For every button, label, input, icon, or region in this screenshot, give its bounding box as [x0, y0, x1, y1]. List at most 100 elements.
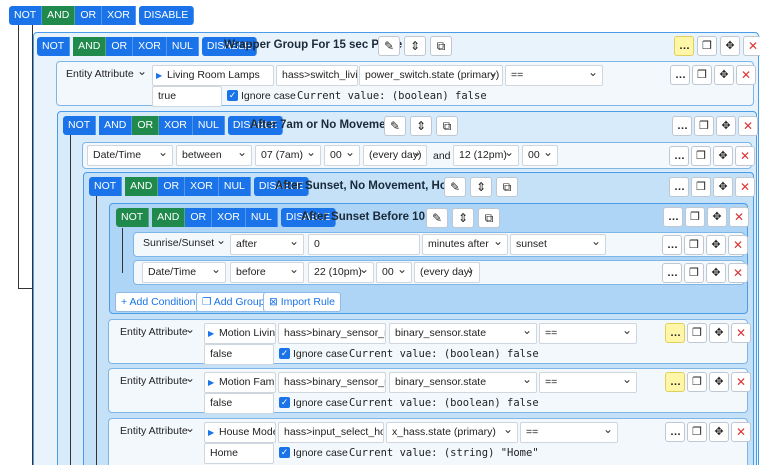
operator-select[interactable]: ==: [520, 422, 618, 443]
root-or-button[interactable]: OR: [75, 6, 103, 25]
move-icon[interactable]: ✥: [716, 116, 736, 136]
wrapper-and-button[interactable]: AND: [73, 37, 107, 56]
entity-id-input[interactable]: hass>binary_sensor_motic: [278, 372, 386, 393]
popout-icon[interactable]: ⧉: [436, 116, 458, 136]
move-icon[interactable]: ✥: [707, 207, 727, 227]
move-icon[interactable]: ✥: [709, 372, 729, 392]
more-icon[interactable]: …: [662, 263, 682, 283]
event-select[interactable]: sunset: [510, 234, 606, 255]
move-icon[interactable]: ✥: [709, 323, 729, 343]
edit-icon[interactable]: ✎: [444, 177, 466, 197]
before10-not-button[interactable]: NOT: [116, 208, 150, 227]
more-icon[interactable]: …: [669, 177, 689, 197]
offset-input[interactable]: 0: [308, 234, 420, 255]
to-hour-select[interactable]: 12 (12pm): [453, 145, 519, 166]
collapse-icon[interactable]: ⇕: [410, 116, 432, 136]
more-icon[interactable]: …: [670, 65, 690, 85]
edit-icon[interactable]: ✎: [384, 116, 406, 136]
entity-id-input[interactable]: hass>input_select_house_: [278, 422, 384, 443]
popout-icon[interactable]: ⧉: [496, 177, 518, 197]
delete-icon[interactable]: ✕: [728, 235, 748, 255]
days-select[interactable]: (every day): [414, 262, 480, 283]
add-condition-button[interactable]: + Add Condition: [115, 292, 202, 312]
more-icon[interactable]: …: [665, 422, 685, 442]
unit-select[interactable]: minutes after: [422, 234, 508, 255]
rule-type-select[interactable]: Sunrise/Sunset: [138, 234, 230, 255]
copy-icon[interactable]: ❐: [685, 207, 705, 227]
copy-icon[interactable]: ❐: [684, 263, 704, 283]
entity-name[interactable]: Motion Family: [204, 372, 276, 393]
root-xor-button[interactable]: XOR: [102, 6, 136, 25]
move-icon[interactable]: ✥: [714, 65, 734, 85]
delete-icon[interactable]: ✕: [743, 36, 760, 56]
from-minute-select[interactable]: 00: [324, 145, 360, 166]
entity-name[interactable]: House Mode: [204, 422, 276, 443]
after7-xor-button[interactable]: XOR: [159, 116, 193, 135]
delete-icon[interactable]: ✕: [728, 263, 748, 283]
collapse-icon[interactable]: ⇕: [470, 177, 492, 197]
delete-icon[interactable]: ✕: [735, 177, 755, 197]
minute-select[interactable]: 00: [376, 262, 412, 283]
move-icon[interactable]: ✥: [713, 177, 733, 197]
copy-icon[interactable]: ❐: [687, 372, 707, 392]
before10-and-button[interactable]: AND: [152, 208, 186, 227]
ignore-case-checkbox[interactable]: ✓: [227, 90, 238, 101]
rule-type-select[interactable]: Entity Attribute: [115, 372, 199, 393]
move-icon[interactable]: ✥: [709, 422, 729, 442]
more-icon[interactable]: …: [669, 146, 689, 166]
move-icon[interactable]: ✥: [713, 146, 733, 166]
copy-icon[interactable]: ❐: [691, 146, 711, 166]
collapse-icon[interactable]: ⇕: [404, 36, 426, 56]
value-input[interactable]: false: [204, 393, 274, 414]
to-minute-select[interactable]: 00: [522, 145, 558, 166]
after7-not-button[interactable]: NOT: [63, 116, 97, 135]
from-hour-select[interactable]: 07 (7am): [255, 145, 321, 166]
sunset-and-button[interactable]: AND: [125, 177, 159, 196]
sunset-not-button[interactable]: NOT: [89, 177, 123, 196]
copy-icon[interactable]: ❐: [687, 323, 707, 343]
more-icon[interactable]: …: [662, 235, 682, 255]
more-icon[interactable]: …: [663, 207, 683, 227]
delete-icon[interactable]: ✕: [736, 65, 756, 85]
before10-or-button[interactable]: OR: [185, 208, 213, 227]
move-icon[interactable]: ✥: [720, 36, 740, 56]
value-input[interactable]: false: [204, 344, 274, 365]
mode-select[interactable]: before: [230, 262, 304, 283]
more-icon[interactable]: …: [665, 323, 685, 343]
entity-id-input[interactable]: hass>binary_sensor_motic: [278, 323, 386, 344]
rule-type-select[interactable]: Date/Time: [87, 145, 173, 166]
rule-type-select[interactable]: Entity Attribute: [115, 422, 199, 443]
root-not-button[interactable]: NOT: [9, 6, 43, 25]
rule-type-select[interactable]: Entity Attribute: [61, 65, 151, 86]
ignore-case-checkbox[interactable]: ✓: [279, 348, 290, 359]
sunset-xor-button[interactable]: XOR: [185, 177, 219, 196]
more-icon[interactable]: …: [665, 372, 685, 392]
wrapper-xor-button[interactable]: XOR: [133, 37, 167, 56]
sunset-or-button[interactable]: OR: [158, 177, 186, 196]
before10-nul-button[interactable]: NUL: [245, 208, 278, 227]
popout-icon[interactable]: ⧉: [478, 208, 500, 228]
operator-select[interactable]: ==: [539, 323, 637, 344]
mode-select[interactable]: after: [230, 234, 304, 255]
ignore-case-checkbox[interactable]: ✓: [279, 447, 290, 458]
collapse-icon[interactable]: ⇕: [452, 208, 474, 228]
popout-icon[interactable]: ⧉: [430, 36, 452, 56]
root-disable-button[interactable]: DISABLE: [138, 6, 195, 25]
import-rule-button[interactable]: ⊠ Import Rule: [263, 292, 341, 312]
days-select[interactable]: (every day): [363, 145, 427, 166]
delete-icon[interactable]: ✕: [731, 422, 751, 442]
more-icon[interactable]: …: [674, 36, 694, 56]
copy-icon[interactable]: ❐: [694, 116, 714, 136]
rule-type-select[interactable]: Entity Attribute: [115, 323, 199, 344]
move-icon[interactable]: ✥: [706, 235, 726, 255]
after7-nul-button[interactable]: NUL: [192, 116, 225, 135]
attribute-select[interactable]: x_hass.state (primary): [386, 422, 518, 443]
entity-id-input[interactable]: hass>switch_living_room_: [276, 65, 358, 86]
hour-select[interactable]: 22 (10pm): [308, 262, 374, 283]
wrapper-or-button[interactable]: OR: [106, 37, 134, 56]
delete-icon[interactable]: ✕: [731, 372, 751, 392]
attribute-select[interactable]: binary_sensor.state: [389, 323, 537, 344]
value-input[interactable]: Home: [204, 443, 274, 464]
delete-icon[interactable]: ✕: [731, 323, 751, 343]
copy-icon[interactable]: ❐: [697, 36, 717, 56]
